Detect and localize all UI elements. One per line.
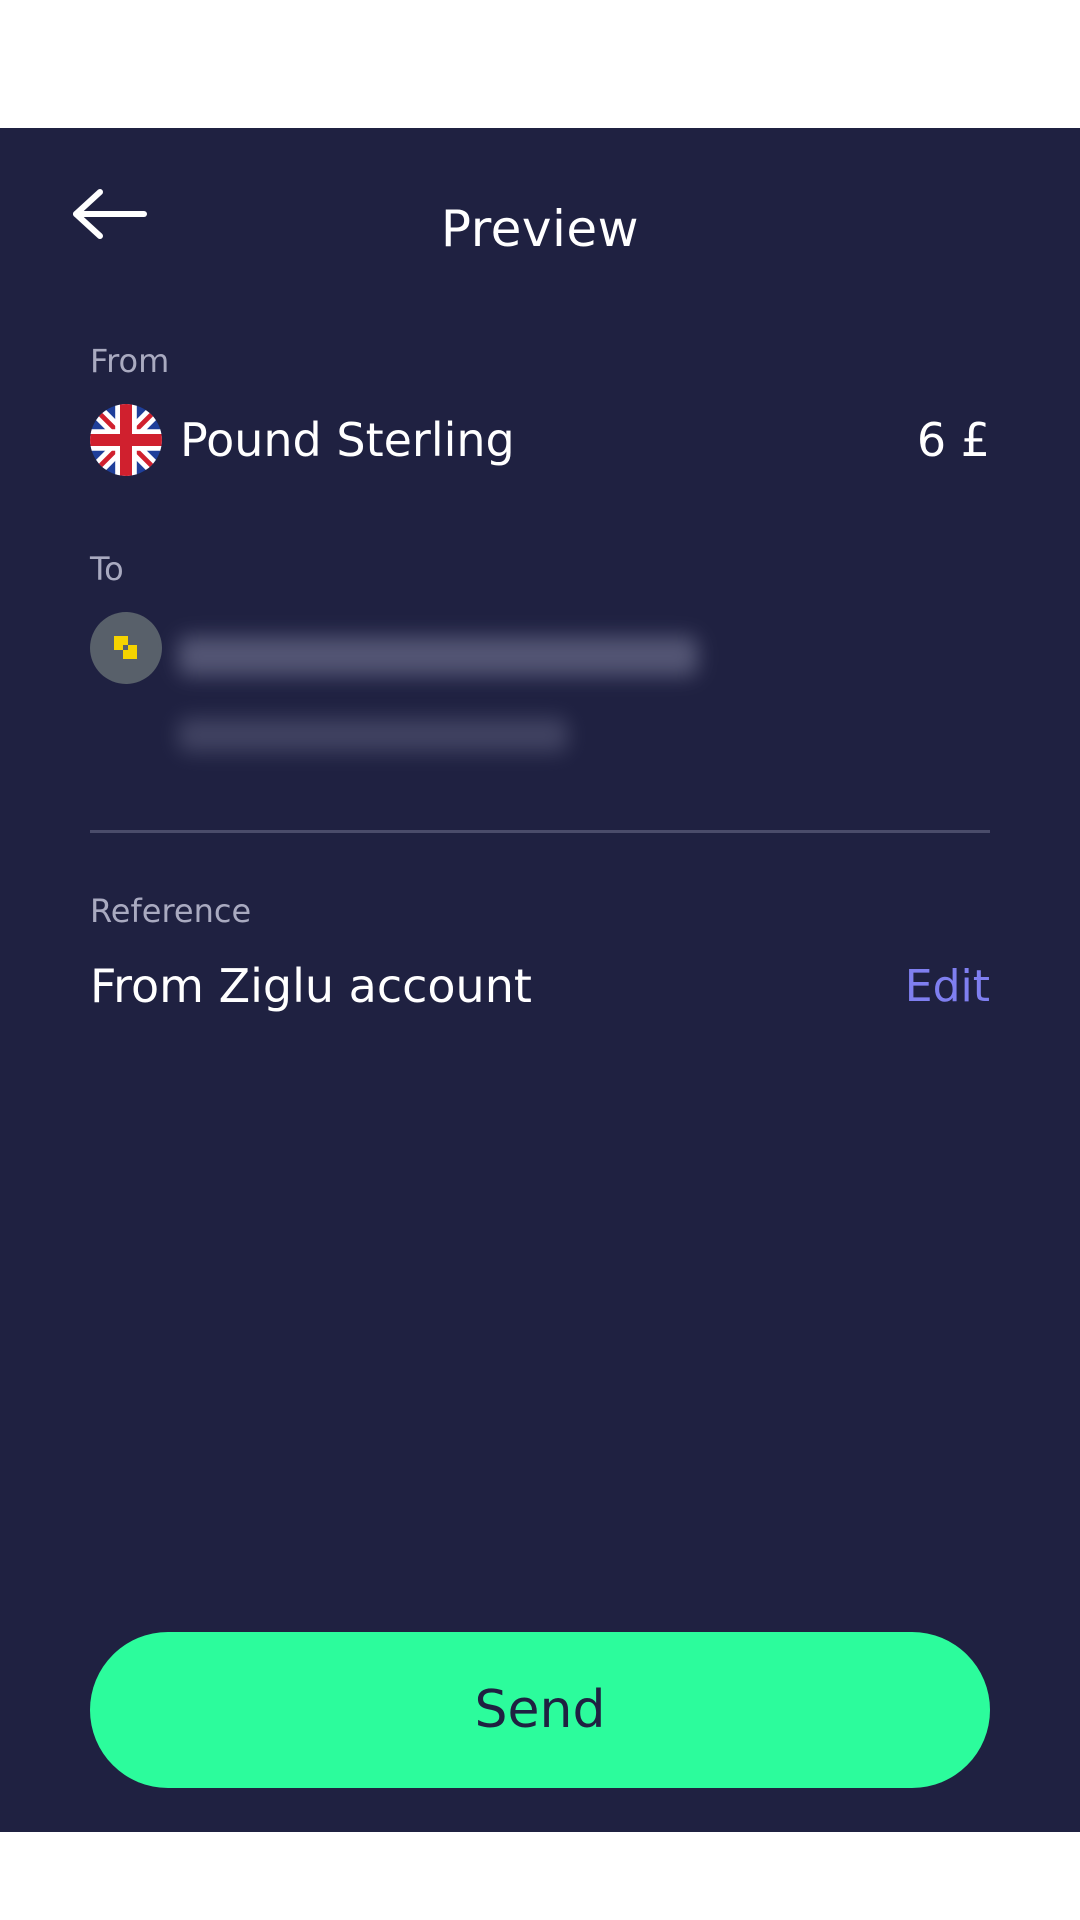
currency-name: Pound Sterling bbox=[180, 413, 515, 467]
edit-reference-button[interactable]: Edit bbox=[905, 961, 990, 1012]
page-title: Preview bbox=[440, 200, 640, 258]
from-account-row: Pound Sterling 6 £ bbox=[90, 404, 990, 476]
send-button[interactable]: Send bbox=[90, 1632, 990, 1788]
recipient-details-redacted bbox=[178, 718, 568, 752]
reference-value: From Ziglu account bbox=[90, 959, 532, 1013]
preview-screen: Preview From Pound Sterling 6 £ To Refer… bbox=[0, 128, 1080, 1832]
uk-flag-icon bbox=[90, 404, 162, 476]
reference-row: From Ziglu account Edit bbox=[90, 954, 990, 1018]
amount: 6 £ bbox=[916, 413, 990, 467]
recipient-name-redacted bbox=[178, 636, 698, 676]
from-label: From bbox=[90, 342, 170, 380]
to-label: To bbox=[90, 550, 124, 588]
reference-label: Reference bbox=[90, 892, 252, 930]
bank-logo-icon bbox=[90, 612, 162, 684]
divider bbox=[90, 830, 990, 833]
